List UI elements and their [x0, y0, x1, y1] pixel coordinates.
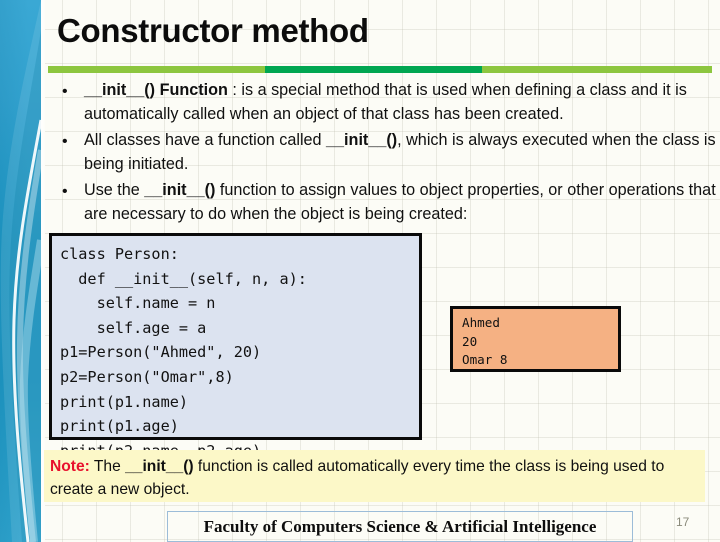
bullet-item-2: • All classes have a function called __i… [56, 129, 716, 176]
page-number: 17 [676, 515, 690, 529]
output-block-text: Ahmed 20 Omar 8 [462, 315, 508, 367]
bullet-item-1: • __init__() Function : is a special met… [56, 79, 716, 126]
divider-segment-light-left [48, 66, 265, 73]
bullet-2-segment-1: All classes have a function called [84, 131, 327, 149]
bullet-marker-icon: • [62, 83, 68, 100]
bullet-marker-icon: • [62, 183, 68, 200]
slide-title: Constructor method [57, 12, 369, 49]
code-block-text: class Person: def __init__(self, n, a): … [60, 245, 307, 460]
bullet-1-segment-1: __init__() Function [84, 81, 228, 99]
note-callout: Note: The __init__() function is called … [44, 450, 705, 502]
bullet-marker-icon: • [62, 133, 68, 150]
band-swirl-graphic [0, 0, 41, 542]
bullet-item-3: • Use the __init__() function to assign … [56, 179, 716, 226]
note-label: Note: [50, 458, 90, 475]
bullet-2-segment-2: __init__() [326, 131, 398, 149]
decorative-left-band [0, 0, 41, 542]
title-divider-bar [48, 66, 712, 73]
divider-segment-light-right [482, 66, 712, 73]
note-part-1: The [89, 458, 126, 475]
footer-banner: Faculty of Computers Science & Artificia… [167, 511, 633, 542]
bullet-3-segment-2: __init__() [144, 181, 216, 199]
bullet-list: • __init__() Function : is a special met… [56, 79, 716, 229]
divider-segment-dark-center [265, 66, 482, 73]
output-block: Ahmed 20 Omar 8 [450, 306, 621, 372]
code-block: class Person: def __init__(self, n, a): … [49, 233, 422, 460]
bullet-3-segment-1: Use the [84, 181, 145, 199]
note-emphasis: __init__() [125, 458, 194, 475]
footer-text: Faculty of Computers Science & Artificia… [203, 516, 597, 536]
presentation-slide: Constructor method • __init__() Function… [0, 0, 720, 542]
